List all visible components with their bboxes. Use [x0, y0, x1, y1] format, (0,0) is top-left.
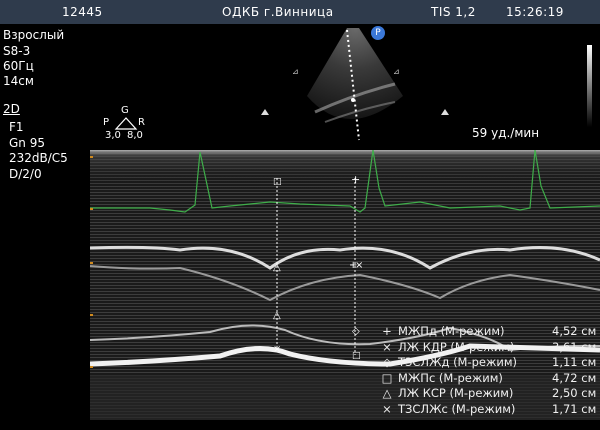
measurement-label: ТЗСЛЖд (М-режим) — [398, 355, 517, 369]
tis-value: TIS 1,2 — [431, 5, 476, 19]
frame-rate: 60Гц — [3, 59, 34, 73]
orientation-g: G — [121, 105, 129, 116]
measurement-label: ЛЖ КДР (М-режим) — [398, 339, 515, 354]
measurement-marker-icon: △ — [382, 386, 392, 400]
measurement-marker-icon: + — [382, 324, 392, 338]
preset-mode: Взрослый — [3, 28, 65, 42]
depth: 14см — [3, 74, 34, 88]
probe-name: S8-3 — [3, 44, 31, 58]
ultrasound-screen: 12445 ОДКБ г.Винница TIS 1,2 15:26:19 Вз… — [0, 0, 600, 430]
measurement-marker-icon: × — [382, 339, 392, 354]
measurement-label: МЖПс (М-режим) — [398, 370, 503, 385]
orientation-r: R — [138, 117, 145, 128]
gain-setting: Gn 95 — [9, 136, 45, 150]
measurement-value: 1,71 см — [552, 401, 597, 416]
measurement-row: × ТЗСЛЖс (М-режим) 1,71 см — [380, 402, 600, 418]
header-bar: 12445 ОДКБ г.Винница TIS 1,2 15:26:19 — [0, 0, 600, 24]
svg-text:×: × — [273, 344, 281, 355]
svg-text:△: △ — [273, 310, 281, 321]
svg-text:□: □ — [273, 177, 282, 187]
orientation-left-value: 3,0 — [105, 130, 121, 141]
measurement-marker-icon: × — [382, 401, 392, 416]
probe-badge-icon: P — [371, 26, 385, 40]
svg-text:◇: ◇ — [352, 326, 360, 337]
measurement-value: 1,11 см — [552, 355, 597, 369]
focus-setting: F1 — [9, 120, 24, 134]
measurement-label: МЖПд (М-режим) — [398, 324, 505, 338]
measurement-row: + МЖПд (М-режим) 4,52 см — [380, 324, 600, 340]
dynamic-range: 232dB/C5 — [9, 151, 68, 165]
svg-text:⊿: ⊿ — [292, 67, 299, 76]
measurement-list: + МЖПд (М-режим) 4,52 см × ЛЖ КДР (М-реж… — [380, 324, 600, 417]
measurement-row: △ ЛЖ КСР (М-режим) 2,50 см — [380, 386, 600, 402]
measurement-label: ТЗСЛЖс (М-режим) — [398, 401, 516, 416]
processing-setting: D/2/0 — [9, 167, 42, 181]
clock-time: 15:26:19 — [506, 5, 564, 19]
measurement-row: × ЛЖ КДР (М-режим) 3,61 см — [380, 340, 600, 356]
institution-name: ОДКБ г.Винница — [222, 5, 334, 19]
patient-id: 12445 — [62, 5, 103, 19]
measurement-value: 2,50 см — [552, 386, 597, 400]
measurement-value: 4,52 см — [552, 324, 597, 338]
grayscale-bar — [587, 45, 592, 127]
heart-rate: 59 уд./мин — [472, 126, 540, 140]
imaging-mode: 2D — [3, 102, 20, 116]
measurement-marker-icon: ◇ — [382, 355, 392, 369]
measurement-label: ЛЖ КСР (М-режим) — [398, 386, 514, 400]
svg-text:×: × — [355, 260, 363, 271]
measurement-row: □ МЖПс (М-режим) 4,72 см — [380, 371, 600, 387]
measurement-value: 4,72 см — [552, 370, 597, 385]
measurement-value: 3,61 см — [552, 339, 597, 354]
measurement-row: ◇ ТЗСЛЖд (М-режим) 1,11 см — [380, 355, 600, 371]
svg-text:⊿: ⊿ — [393, 67, 400, 76]
svg-text:△: △ — [273, 262, 281, 273]
svg-text:+: + — [351, 173, 360, 186]
orientation-right-value: 8,0 — [127, 130, 143, 141]
measurement-marker-icon: □ — [381, 370, 393, 385]
orientation-p: P — [103, 117, 110, 128]
svg-text:□: □ — [352, 351, 361, 361]
sector-image: ⊿ ⊿ — [261, 28, 449, 141]
